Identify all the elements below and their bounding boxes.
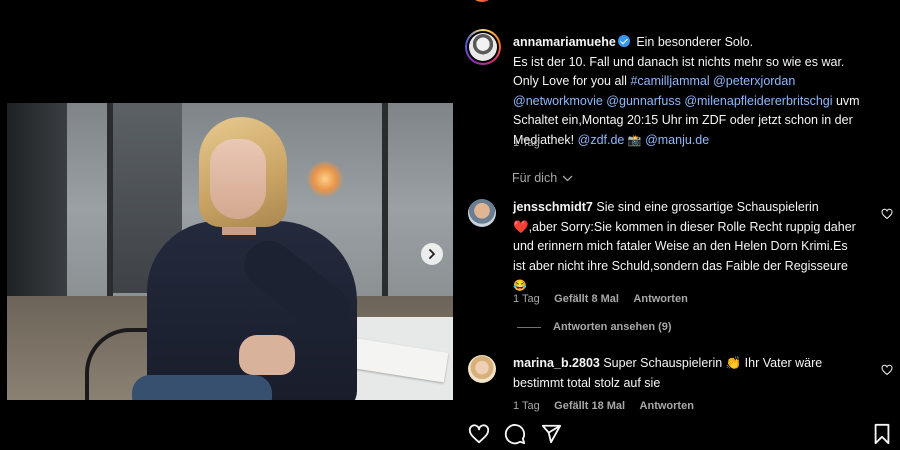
- commenter-username[interactable]: jensschmidt7: [513, 200, 593, 214]
- comment-timestamp[interactable]: 1 Tag: [513, 293, 540, 305]
- commenter-username[interactable]: marina_b.2803: [513, 356, 600, 370]
- commenter-avatar[interactable]: [468, 355, 496, 383]
- mention-link[interactable]: @networkmovie: [513, 94, 603, 108]
- comment-sort-dropdown[interactable]: Für dich: [512, 171, 573, 185]
- heart-icon: [881, 208, 893, 220]
- view-replies-button[interactable]: Antworten ansehen (9): [517, 321, 672, 333]
- media-pane: [0, 0, 453, 450]
- mention-link[interactable]: @peterxjordan: [713, 74, 795, 88]
- reply-button[interactable]: Antworten: [633, 293, 687, 305]
- photo-person-hands: [239, 335, 295, 375]
- comments-pane: annamariamuehe Ein besonderer Solo. Es i…: [453, 0, 900, 450]
- verified-badge-icon: [617, 35, 630, 47]
- comment-likes[interactable]: Gefällt 18 Mal: [554, 400, 625, 412]
- commenter-avatar[interactable]: [468, 199, 496, 227]
- mention-link[interactable]: @manju.de: [645, 133, 709, 147]
- photo-lamp-glow: [307, 161, 343, 197]
- mention-link[interactable]: @gunnarfuss: [606, 94, 681, 108]
- save-button[interactable]: [871, 423, 893, 445]
- comment-text: ❤️,aber Sorry:Sie kommen in dieser Rolle…: [513, 219, 856, 234]
- comment-text: bestimmt total stolz auf sie: [513, 375, 661, 390]
- caption-line-4: Schaltet ein,Montag 20:15 Uhr im ZDF ode…: [513, 113, 853, 127]
- camera-emoji: 📸: [627, 134, 642, 147]
- comment-text: ist aber nicht ihre Schuld,sondern das F…: [513, 258, 848, 273]
- like-button[interactable]: [468, 423, 490, 445]
- chevron-down-icon: [562, 175, 573, 181]
- post-photo[interactable]: [7, 103, 453, 400]
- view-replies-label: Antworten ansehen (9): [553, 321, 672, 333]
- comment-meta: 1 Tag Gefällt 8 Mal Antworten: [513, 289, 688, 307]
- comment-like-button[interactable]: [881, 207, 893, 220]
- caption-line-2: Es ist der 10. Fall und danach ist nicht…: [513, 54, 845, 69]
- heart-icon: [468, 424, 490, 444]
- chevron-right-icon: [429, 249, 435, 259]
- comment-body: marina_b.2803 Super Schauspielerin 👏 Ihr…: [513, 354, 871, 393]
- comment-icon: [504, 424, 526, 445]
- photo-person-face: [210, 139, 266, 219]
- caption-line-1: Ein besonderer Solo.: [636, 35, 754, 49]
- mention-link[interactable]: @milenapfleidererbritschgi: [684, 94, 832, 108]
- author-username[interactable]: annamariamuehe: [513, 35, 616, 49]
- comment-text: und erinnern mich fataler Weise an den H…: [513, 239, 848, 253]
- comment-timestamp[interactable]: 1 Tag: [513, 400, 540, 412]
- next-image-button[interactable]: [421, 243, 443, 265]
- hashtag-link[interactable]: #camilljammal: [630, 74, 709, 88]
- post-caption: annamariamuehe Ein besonderer Solo. Es i…: [513, 33, 888, 151]
- photo-person-jeans: [132, 375, 272, 400]
- comment-like-button[interactable]: [881, 363, 893, 376]
- caption-trail: uvm: [835, 93, 860, 108]
- mention-link[interactable]: @zdf.de: [578, 133, 625, 147]
- scrolled-avatar-edge: [470, 0, 494, 2]
- comment-sort-label: Für dich: [512, 171, 558, 185]
- comment-text: Super Schauspielerin 👏 Ihr Vater wäre: [603, 356, 823, 370]
- comment-meta: 1 Tag Gefällt 18 Mal Antworten: [513, 396, 694, 414]
- bookmark-icon: [874, 423, 890, 445]
- caption-line-3: Only Love for you all: [513, 74, 627, 88]
- comment-body: jensschmidt7 Sie sind eine grossartige S…: [513, 198, 871, 297]
- post-timestamp[interactable]: 1 Tag: [513, 137, 540, 149]
- post-action-bar: [468, 423, 893, 447]
- comment-text: Sie sind eine grossartige Schauspielerin: [596, 200, 819, 214]
- heart-icon: [881, 364, 893, 376]
- share-icon: [541, 424, 562, 444]
- share-button[interactable]: [540, 423, 562, 445]
- comment-button[interactable]: [504, 423, 526, 445]
- replies-divider: [517, 326, 541, 328]
- reply-button[interactable]: Antworten: [640, 400, 694, 412]
- comment-likes[interactable]: Gefällt 8 Mal: [554, 293, 619, 305]
- author-avatar[interactable]: [465, 29, 501, 65]
